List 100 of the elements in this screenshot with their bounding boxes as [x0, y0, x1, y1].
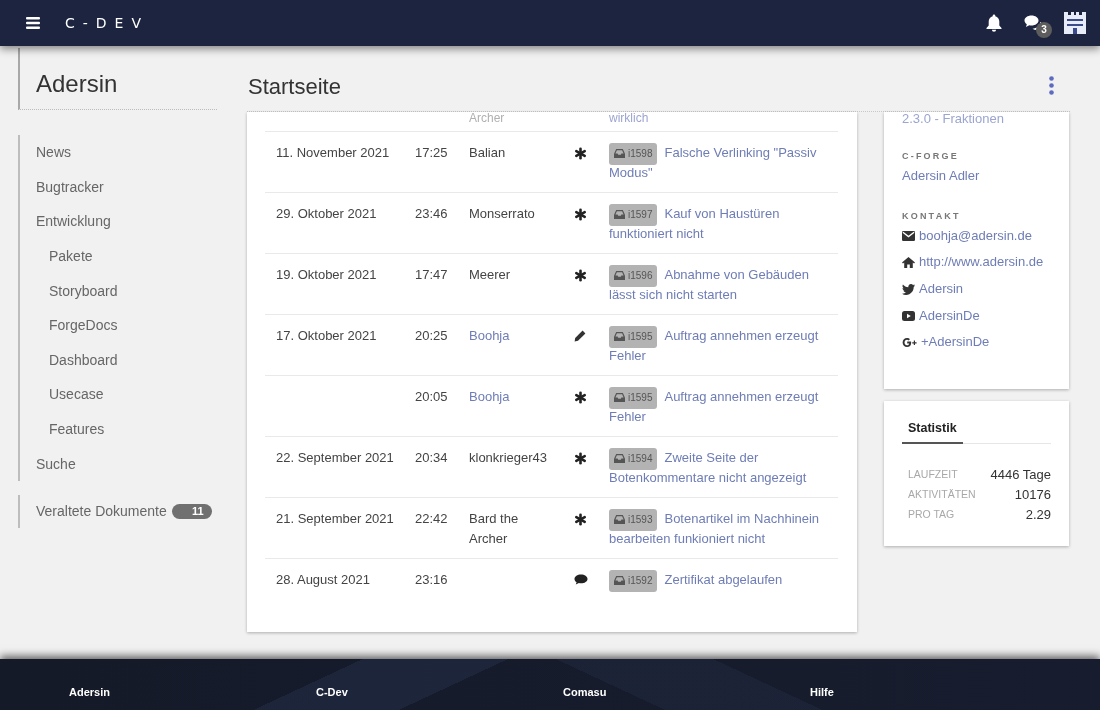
ticket-id: i1598 — [628, 147, 653, 160]
time-text: 20:05 — [415, 389, 448, 404]
contact-link[interactable]: +AdersinDe — [921, 334, 990, 351]
ticket-link[interactable]: i1598 Falsche Verlinking "Passiv Modus" — [609, 143, 838, 183]
time-text: 17:47 — [415, 267, 448, 282]
stat-value: 10176 — [1014, 486, 1051, 502]
play-button-icon — [902, 310, 915, 321]
ticket-link[interactable]: wirklich — [609, 111, 649, 125]
ticket-link[interactable]: i1596 Abnahme von Gebäuden lässt sich nicht starten — [609, 265, 838, 305]
stat-value: 4446 Tage — [990, 466, 1051, 482]
nav-link[interactable]: Dashboard — [49, 350, 118, 369]
ticket-link[interactable]: i1597 Kauf von Haustüren funktioniert nicht — [609, 204, 838, 244]
bird-icon — [902, 283, 915, 295]
asterisk-icon — [574, 513, 587, 526]
contact-link[interactable]: Adersin — [919, 281, 964, 298]
ticket-link[interactable]: i1595 Auftrag annehmen erzeugt Fehler — [609, 326, 838, 366]
date-text: 21. September 2021 — [276, 511, 394, 526]
stats-tab[interactable]: Statistik — [902, 415, 963, 444]
author-name: Balian — [469, 145, 506, 160]
nav-link[interactable]: Storyboard — [49, 281, 118, 300]
nav-link[interactable]: Bugtracker — [36, 177, 104, 196]
time-text: 20:34 — [415, 450, 448, 465]
ticket-link[interactable]: i1594 Zweite Seite der Botenkommentare nicht angezeigt — [609, 448, 838, 488]
date-text: 17. Oktober 2021 — [276, 328, 377, 343]
inbox-icon — [614, 210, 625, 220]
section-heading: KONTAKT — [902, 210, 961, 221]
castle-icon[interactable] — [1064, 12, 1086, 34]
time-text: 20:25 — [415, 328, 448, 343]
ticket-id: i1596 — [628, 269, 653, 282]
nav-link[interactable]: Entwicklung — [36, 212, 111, 231]
asterisk-icon — [574, 391, 587, 404]
more-options-icon[interactable] — [1049, 76, 1054, 95]
author-name: Bard the Archer — [469, 511, 519, 546]
ticket-id: i1595 — [628, 330, 653, 343]
footer-link[interactable]: Comasu — [563, 686, 607, 698]
time-text: 17:25 — [415, 145, 448, 160]
stat-label: LAUFZEIT — [907, 468, 958, 480]
logo[interactable]: C-DEV — [65, 15, 150, 31]
nav-link[interactable]: Usecase — [49, 385, 104, 404]
message-count-badge: 3 — [1036, 22, 1052, 38]
stat-label: AKTIVITÄTEN — [907, 488, 976, 500]
version-link[interactable]: 2.3.0 - Fraktionen — [902, 111, 1004, 126]
footer-link[interactable]: C-Dev — [316, 686, 348, 698]
site-title: Adersin — [36, 70, 118, 97]
nav-link[interactable]: Veraltete Dokumente — [36, 502, 167, 521]
ticket-id: i1594 — [628, 452, 653, 465]
ticket-id: i1595 — [628, 391, 653, 404]
stat-value: 2.29 — [1025, 506, 1051, 522]
asterisk-icon — [574, 147, 587, 160]
inbox-icon — [614, 393, 625, 403]
ticket-id: i1592 — [628, 574, 653, 587]
author-link[interactable]: Boohja — [469, 328, 510, 343]
inbox-icon — [614, 271, 625, 281]
contact-link[interactable]: boohja@adersin.de — [919, 227, 1032, 244]
author-name: Archer — [469, 111, 505, 125]
footer-link[interactable]: Hilfe — [810, 686, 834, 698]
date-text: 29. Oktober 2021 — [276, 206, 377, 221]
contact-link[interactable]: AdersinDe — [919, 307, 980, 324]
pencil-icon — [574, 330, 586, 342]
nav-link[interactable]: ForgeDocs — [49, 316, 118, 335]
section-heading: C-FORGE — [902, 151, 959, 161]
inbox-icon — [614, 454, 625, 464]
date-text: 19. Oktober 2021 — [276, 267, 377, 282]
speech-bubble-icon — [574, 574, 588, 585]
asterisk-icon — [574, 208, 587, 221]
bell-icon[interactable] — [986, 14, 1002, 32]
author-name: Meerer — [469, 267, 511, 282]
date-text: 28. August 2021 — [276, 572, 370, 587]
g-plus-icon — [902, 336, 917, 348]
ticket-link[interactable]: i1592 Zertifikat abgelaufen — [609, 570, 838, 590]
contact-link[interactable]: http://www.adersin.de — [919, 254, 1044, 271]
ticket-id: i1597 — [628, 208, 653, 221]
nav-link[interactable]: Features — [49, 420, 105, 439]
inbox-icon — [614, 515, 625, 525]
date-text: 11. November 2021 — [276, 145, 390, 160]
inbox-icon — [614, 332, 625, 342]
footer-link[interactable]: Adersin — [69, 686, 110, 698]
profile-link[interactable]: Adersin Adler — [902, 168, 980, 185]
date-text: 22. September 2021 — [276, 450, 394, 465]
count-badge: 11 — [171, 503, 212, 519]
page-title: Startseite — [248, 73, 341, 100]
stat-label: PRO TAG — [907, 508, 955, 520]
inbox-icon — [614, 149, 625, 159]
author-name: Monserrato — [469, 206, 535, 221]
ticket-link[interactable]: i1593 Botenartikel im Nachhinein bearbeiten funkioniert nicht — [609, 509, 838, 549]
nav-link[interactable]: News — [36, 143, 71, 162]
asterisk-icon — [574, 269, 587, 282]
time-text: 23:16 — [415, 572, 448, 587]
menu-icon[interactable] — [26, 17, 40, 29]
asterisk-icon — [574, 452, 587, 465]
home-icon — [902, 257, 915, 268]
nav-link[interactable]: Suche — [36, 454, 76, 473]
time-text: 23:46 — [415, 206, 448, 221]
ticket-link[interactable]: i1595 Auftrag annehmen erzeugt Fehler — [609, 387, 838, 427]
author-name: klonkrieger43 — [469, 450, 548, 465]
author-link[interactable]: Boohja — [469, 389, 510, 404]
time-text: 22:42 — [415, 511, 448, 526]
nav-link[interactable]: Pakete — [49, 247, 93, 266]
inbox-icon — [614, 576, 625, 586]
ticket-id: i1593 — [628, 513, 653, 526]
